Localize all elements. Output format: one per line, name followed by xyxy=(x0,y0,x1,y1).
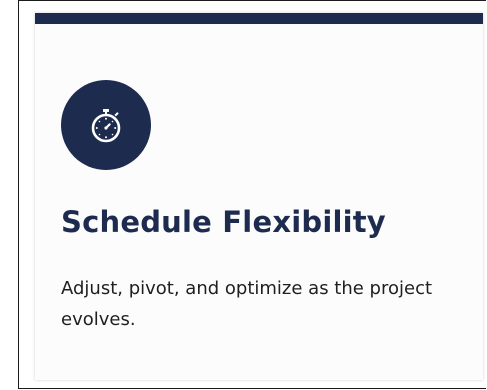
icon-badge xyxy=(61,80,151,170)
card-title: Schedule Flexibility xyxy=(61,205,386,239)
feature-card: Schedule Flexibility Adjust, pivot, and … xyxy=(35,13,483,380)
card-description: Adjust, pivot, and optimize as the proje… xyxy=(61,278,433,330)
stopwatch-icon xyxy=(91,109,121,143)
card-accent-bar xyxy=(35,13,483,24)
